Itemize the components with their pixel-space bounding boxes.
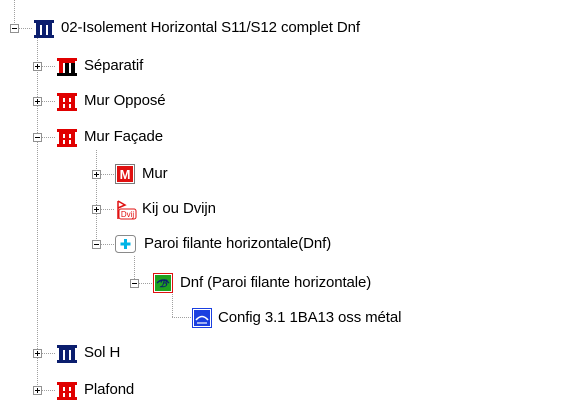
tree-node-label[interactable]: Kij ou Dvijn — [142, 200, 216, 218]
tree-node-label[interactable]: Mur Opposé — [84, 92, 166, 110]
collapse-toggle[interactable] — [10, 24, 19, 33]
expand-toggle[interactable] — [92, 170, 101, 179]
m-badge-icon: M — [115, 164, 135, 184]
dvij-flag-icon: Dvij — [115, 199, 137, 220]
tree-node-label[interactable]: Mur — [142, 165, 168, 183]
tree-view[interactable]: 02-Isolement Horizontal S11/S12 complet … — [0, 0, 569, 403]
pillars-navy-icon — [33, 18, 54, 38]
pillars-red-black-icon — [56, 56, 77, 76]
expand-toggle[interactable] — [92, 205, 101, 214]
pillars-red-icon — [56, 127, 77, 147]
svg-text:Dvij: Dvij — [121, 210, 135, 219]
pillars-red-icon — [56, 91, 77, 111]
expand-toggle[interactable] — [33, 386, 42, 395]
expand-toggle[interactable] — [33, 97, 42, 106]
tree-node-label[interactable]: Séparatif — [84, 57, 143, 75]
collapse-toggle[interactable] — [130, 279, 139, 288]
collapse-toggle[interactable] — [92, 240, 101, 249]
tree-node-label[interactable]: Mur Façade — [84, 128, 163, 146]
tree-node-label[interactable]: Dnf (Paroi filante horizontale) — [180, 274, 371, 292]
pillars-navy-icon — [56, 343, 77, 363]
cyan-plus-box-icon — [115, 234, 136, 254]
expand-toggle[interactable] — [33, 349, 42, 358]
tree-node-label[interactable]: Paroi filante horizontale(Dnf) — [144, 235, 331, 253]
green-dnf-icon: ℬ — [153, 273, 173, 293]
collapse-toggle[interactable] — [33, 133, 42, 142]
expand-toggle[interactable] — [33, 62, 42, 71]
tree-node-label[interactable]: Sol H — [84, 344, 120, 362]
blue-config-icon — [192, 308, 212, 328]
tree-node-label[interactable]: Plafond — [84, 381, 134, 399]
pillars-red-icon — [56, 380, 77, 400]
svg-text:M: M — [120, 167, 131, 182]
tree-node-label[interactable]: 02-Isolement Horizontal S11/S12 complet … — [61, 19, 360, 37]
tree-node-label[interactable]: Config 3.1 1BA13 oss métal — [218, 309, 401, 327]
